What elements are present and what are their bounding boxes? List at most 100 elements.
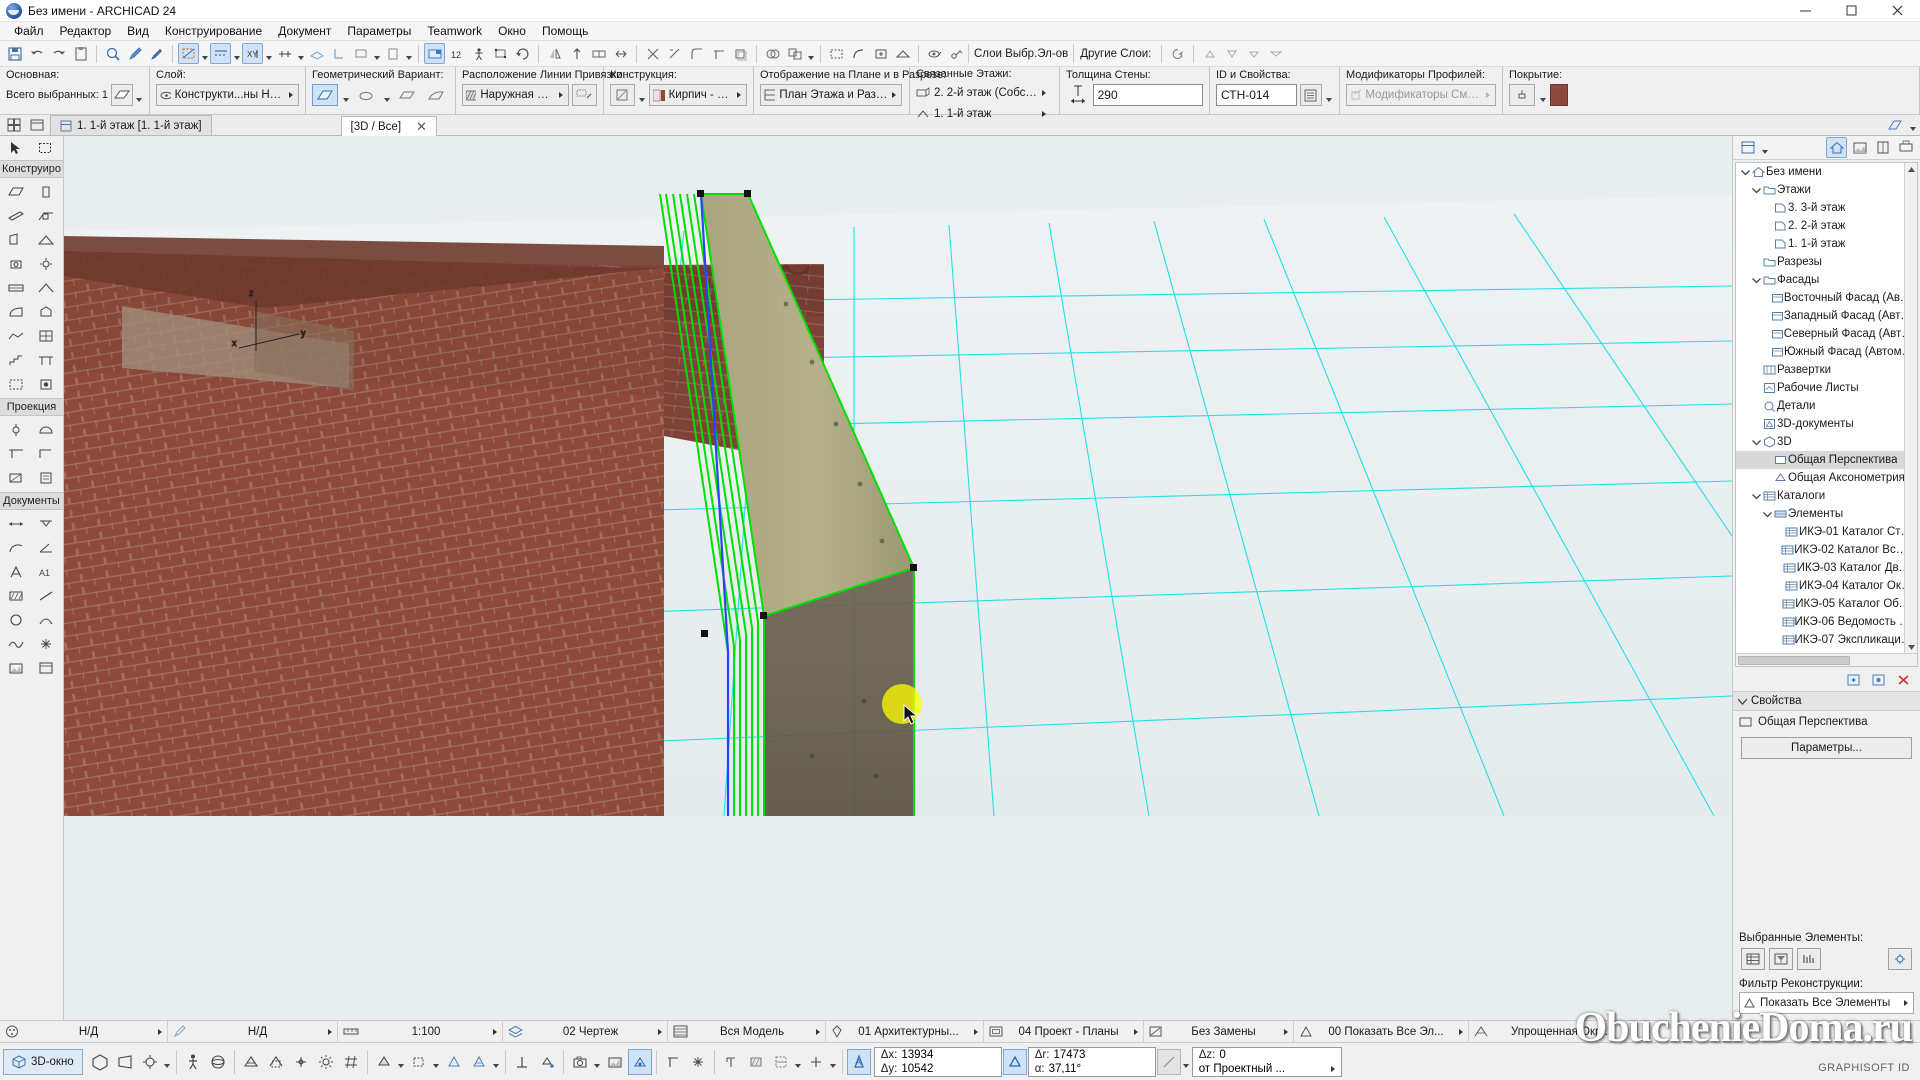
status-cell-4[interactable]: Вся Модель xyxy=(668,1020,826,1043)
tree-item-21[interactable]: ИКЭ-02 Каталог Всех Проемо xyxy=(1736,541,1917,559)
chevron-down-icon[interactable] xyxy=(1762,505,1773,523)
3d-window-button[interactable]: 3D-окно xyxy=(3,1048,83,1075)
tree-item-11[interactable]: Развертки xyxy=(1736,361,1917,379)
3d-sun-icon[interactable] xyxy=(314,1049,338,1075)
tracker-z[interactable]: Δz: 0 от Проектный ... xyxy=(1191,1046,1342,1077)
coordinate-snap-dropdown-icon[interactable] xyxy=(264,43,273,64)
spline-tool-icon[interactable] xyxy=(1,632,31,656)
3d-settings-icon[interactable] xyxy=(138,1049,162,1075)
figure-tool-icon[interactable] xyxy=(1,656,31,680)
chevron-down-icon[interactable] xyxy=(1740,163,1751,181)
snap-edge-icon[interactable] xyxy=(769,1049,793,1075)
geometry-curved-wall-icon[interactable] xyxy=(353,84,379,106)
properties-list-icon[interactable] xyxy=(1299,84,1323,106)
3d-grid-icon[interactable] xyxy=(339,1049,363,1075)
menu-window[interactable]: Окно xyxy=(490,22,534,40)
roof-tool-icon[interactable] xyxy=(31,276,61,300)
railing-tool-icon[interactable] xyxy=(31,348,61,372)
skylight-tool-icon[interactable] xyxy=(31,228,61,252)
delete-viewpoint-icon[interactable] xyxy=(1893,670,1914,691)
tri-flat-icon[interactable] xyxy=(1265,43,1286,64)
nav-viewmap-icon[interactable] xyxy=(1849,137,1870,158)
surface-paint-dropdown-icon[interactable] xyxy=(1538,85,1547,106)
tree-item-1[interactable]: Этажи xyxy=(1736,181,1917,199)
measure-tool-icon[interactable] xyxy=(510,1049,534,1075)
tree-item-25[interactable]: ИКЭ-06 Ведомость Проемов xyxy=(1736,613,1917,631)
angle-dimension-icon[interactable] xyxy=(31,536,61,560)
nav-home-icon[interactable] xyxy=(1826,137,1847,158)
status-cell-8[interactable]: 00 Показать Все Эл... xyxy=(1294,1020,1469,1043)
menu-file[interactable]: Файл xyxy=(6,22,52,40)
morph-tool-icon[interactable] xyxy=(31,300,61,324)
structure-basic-dropdown-icon[interactable] xyxy=(638,85,646,106)
tree-item-20[interactable]: ИКЭ-01 Каталог Стен xyxy=(1736,523,1917,541)
redo-icon[interactable] xyxy=(48,43,69,64)
navigator-vscrollbar[interactable] xyxy=(1904,163,1917,653)
select-settings-icon[interactable] xyxy=(1797,948,1821,970)
view-settings-dropdown-icon[interactable] xyxy=(1908,114,1917,135)
tri-up-icon[interactable] xyxy=(1199,43,1220,64)
properties-section-header[interactable]: Свойства xyxy=(1733,691,1920,711)
minimize-button[interactable] xyxy=(1782,0,1828,22)
3d-axis-icon[interactable] xyxy=(289,1049,313,1075)
tracker-slope-icon[interactable] xyxy=(1156,1048,1181,1075)
front-view-icon[interactable] xyxy=(350,43,371,64)
tree-item-5[interactable]: Разрезы xyxy=(1736,253,1917,271)
view-settings-icon[interactable] xyxy=(1885,114,1906,135)
shell-tool-icon[interactable] xyxy=(1,300,31,324)
new-viewpoint-icon[interactable] xyxy=(1843,670,1864,691)
project-map-icon[interactable] xyxy=(1737,137,1758,158)
status-cell-2[interactable]: 1:100 xyxy=(338,1020,503,1043)
chevron-down-icon[interactable] xyxy=(1751,487,1762,505)
reference-line-flip-icon[interactable] xyxy=(571,84,597,106)
properties-dropdown-icon[interactable] xyxy=(1325,85,1333,106)
text-tool-icon[interactable] xyxy=(1,560,31,584)
3d-cutaway-icon[interactable] xyxy=(239,1049,263,1075)
tree-item-15[interactable]: 3D xyxy=(1736,433,1917,451)
tree-item-19[interactable]: Элементы xyxy=(1736,505,1917,523)
tile-windows-icon[interactable] xyxy=(3,114,24,135)
texture-dropdown-icon[interactable] xyxy=(492,1051,501,1072)
align-view-icon[interactable] xyxy=(661,1049,685,1075)
wall-tool-icon[interactable] xyxy=(110,84,133,106)
hide-icon[interactable] xyxy=(924,43,945,64)
zone-tool-icon[interactable] xyxy=(1,372,31,396)
tracker-toggle-icon[interactable]: A xyxy=(846,1048,871,1075)
grid-snap-icon[interactable]: 12 xyxy=(446,43,467,64)
tracker-dxdy[interactable]: Δx: 13934 Δy: 10542 xyxy=(873,1046,1002,1077)
parameters-button[interactable]: Параметры... xyxy=(1741,737,1912,759)
sun-tool-icon[interactable] xyxy=(31,418,61,442)
menu-help[interactable]: Помощь xyxy=(534,22,596,40)
plane-snap-icon[interactable] xyxy=(306,43,327,64)
settings-viewpoint-icon[interactable] xyxy=(1868,670,1889,691)
tree-item-7[interactable]: Восточный Фасад (Автоматич xyxy=(1736,289,1917,307)
interior-elevation-icon[interactable] xyxy=(1,466,31,490)
group-icon[interactable] xyxy=(784,43,805,64)
3d-settings-dropdown-icon[interactable] xyxy=(163,1051,172,1072)
camera-tool-icon[interactable] xyxy=(1,418,31,442)
roof-icon[interactable] xyxy=(892,43,913,64)
3d-viewport[interactable]: z x y xyxy=(64,136,1732,1020)
stretch-icon[interactable] xyxy=(610,43,631,64)
perspective-view-icon[interactable] xyxy=(113,1049,137,1075)
tree-item-2[interactable]: 3. 3-й этаж xyxy=(1736,199,1917,217)
tracker-polar[interactable]: Δr: 17473 α: 37,11° xyxy=(1027,1046,1156,1077)
trim-icon[interactable] xyxy=(664,43,685,64)
nav-publisher-icon[interactable] xyxy=(1895,137,1916,158)
solid-model-dropdown-icon[interactable] xyxy=(397,1051,406,1072)
navigator-hscrollbar[interactable] xyxy=(1736,653,1917,666)
geometry-straight-dropdown-icon[interactable] xyxy=(341,85,350,106)
perp-snap-icon[interactable] xyxy=(328,43,349,64)
intersect-icon[interactable] xyxy=(708,43,729,64)
tree-item-26[interactable]: ИКЭ-07 Экспликация 1-й эта xyxy=(1736,631,1917,649)
elevate-icon[interactable] xyxy=(566,43,587,64)
tree-item-0[interactable]: Без имени xyxy=(1736,163,1917,181)
scroll-down-icon[interactable] xyxy=(1905,641,1917,653)
tree-item-22[interactable]: ИКЭ-03 Каталог Дверей xyxy=(1736,559,1917,577)
tri-down-b-icon[interactable] xyxy=(1243,43,1264,64)
radial-dimension-icon[interactable] xyxy=(1,536,31,560)
menu-design[interactable]: Конструирование xyxy=(157,22,270,40)
align-icon[interactable] xyxy=(490,43,511,64)
close-icon[interactable]: ✕ xyxy=(416,119,427,135)
hotspot-tool-icon[interactable] xyxy=(31,632,61,656)
